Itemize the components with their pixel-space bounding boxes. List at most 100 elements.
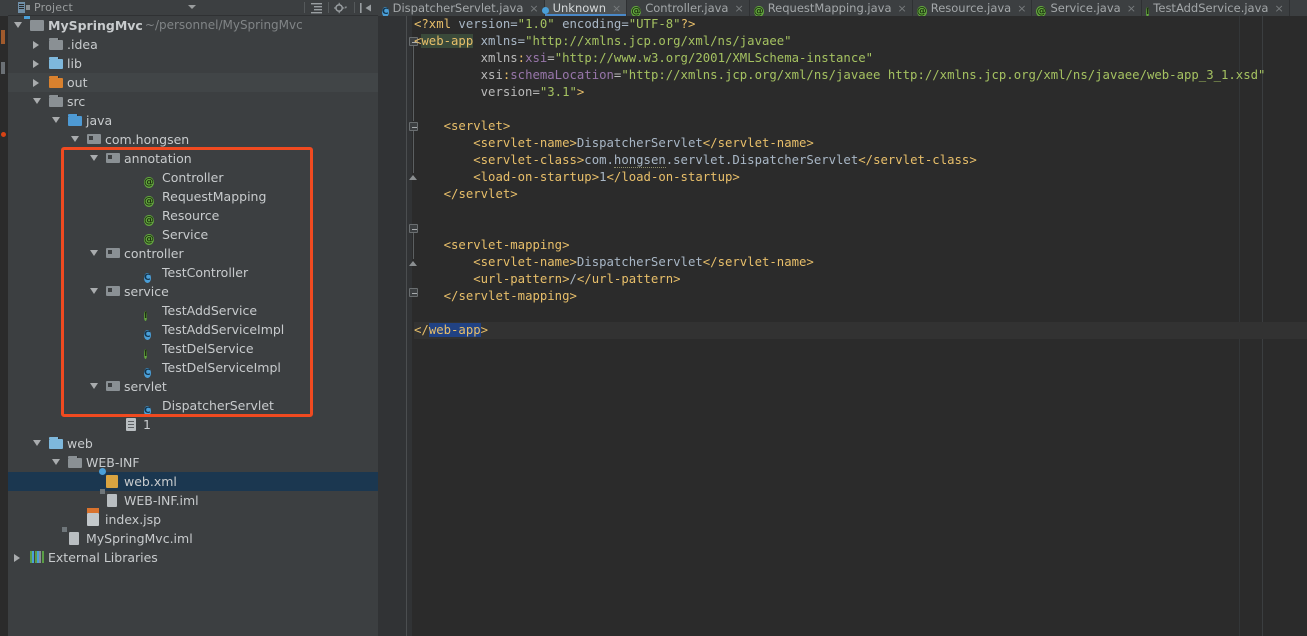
- tree-row[interactable]: C TestController: [8, 263, 378, 283]
- close-icon[interactable]: ×: [612, 1, 621, 16]
- tree-row[interactable]: WEB-INF.iml: [8, 489, 378, 510]
- tree-row[interactable]: .idea: [8, 35, 378, 54]
- editor-tab[interactable]: @ Service.java ×: [1032, 0, 1142, 16]
- tree-row[interactable]: @ Service: [8, 225, 378, 245]
- edge-segment-top: [0, 0, 8, 16]
- editor-tab[interactable]: @ Controller.java ×: [627, 0, 750, 16]
- code-line: <load-on-startup>1</load-on-startup>: [473, 170, 740, 184]
- tree-row[interactable]: MySpringMvc ~/personnel/MySpringMvc: [8, 16, 378, 35]
- chevron-right-icon[interactable]: [33, 79, 39, 87]
- close-icon[interactable]: ×: [1017, 1, 1026, 16]
- tree-row[interactable]: MySpringMvc.iml: [8, 527, 378, 548]
- tree-row[interactable]: lib: [8, 54, 378, 73]
- tree-row-label: TestDelService: [162, 341, 254, 356]
- tree-row-label: web: [67, 436, 93, 451]
- code-line: xsi:schemaLocation="http://xmlns.jcp.org…: [480, 68, 1266, 82]
- editor-tab[interactable]: @ RequestMapping.java ×: [750, 0, 913, 16]
- chevron-down-icon[interactable]: [14, 22, 22, 28]
- editor-tab-label: RequestMapping.java: [767, 1, 892, 15]
- hide-panel-icon[interactable]: [360, 2, 373, 14]
- tree-row[interactable]: src: [8, 92, 378, 111]
- chevron-down-icon[interactable]: [90, 250, 98, 256]
- chevron-down-icon[interactable]: [71, 136, 79, 142]
- chevron-down-icon[interactable]: [33, 440, 41, 446]
- close-icon[interactable]: ×: [529, 1, 538, 16]
- tree-row-label: out: [67, 75, 88, 90]
- tree-row-label: controller: [124, 246, 184, 261]
- project-panel-header: Project: [8, 0, 378, 16]
- code-line: <servlet-class>com.hongsen.servlet.Dispa…: [473, 153, 977, 168]
- tree-row[interactable]: service: [8, 282, 378, 301]
- folder-icon: [49, 38, 63, 52]
- tree-row-label: com.hongsen: [105, 132, 190, 147]
- code-content[interactable]: <?xml version="1.0" encoding="UTF-8"?> <w…: [414, 16, 1307, 636]
- collapse-all-icon[interactable]: [310, 2, 323, 14]
- close-icon[interactable]: ×: [1274, 1, 1283, 16]
- java-annotation-icon: @: [144, 215, 154, 226]
- tree-row[interactable]: @ Controller: [8, 168, 378, 188]
- editor-tab-bar[interactable]: C DispatcherServlet.java × Unknown × @ Control…: [378, 0, 1307, 16]
- java-interface-icon: I: [144, 311, 148, 321]
- tree-row[interactable]: controller: [8, 244, 378, 263]
- package-icon: [106, 152, 120, 166]
- tree-row[interactable]: 1: [8, 415, 378, 434]
- editor-tab[interactable]: @ Resource.java ×: [913, 0, 1033, 16]
- editor-tab[interactable]: Unknown ×: [541, 0, 628, 16]
- tree-row[interactable]: servlet: [8, 377, 378, 396]
- close-icon[interactable]: ×: [734, 1, 743, 16]
- chevron-down-icon[interactable]: [52, 459, 60, 465]
- code-editor[interactable]: <?xml version="1.0" encoding="UTF-8"?> <w…: [378, 16, 1307, 636]
- tree-row[interactable]: @ RequestMapping: [8, 187, 378, 207]
- chevron-down-icon[interactable]: [33, 98, 41, 104]
- tree-row[interactable]: C TestDelServiceImpl: [8, 358, 378, 378]
- chevron-right-icon[interactable]: [33, 41, 39, 49]
- editor-gutter[interactable]: [378, 16, 412, 636]
- close-icon[interactable]: ×: [1127, 1, 1136, 16]
- tree-row-label: TestAddServiceImpl: [162, 322, 285, 337]
- editor-tab[interactable]: I TestAddService.java ×: [1142, 0, 1290, 16]
- close-icon[interactable]: ×: [898, 1, 907, 16]
- chevron-down-icon[interactable]: [90, 383, 98, 389]
- tree-row[interactable]: out: [8, 73, 378, 92]
- chevron-down-icon[interactable]: [90, 288, 98, 294]
- settings-gear-icon[interactable]: [334, 2, 347, 14]
- java-annotation-icon: @: [916, 6, 927, 16]
- tree-row-label: java: [86, 113, 113, 128]
- tree-row[interactable]: I TestAddService: [8, 301, 378, 321]
- java-annotation-icon: @: [753, 6, 764, 16]
- java-annotation-icon: @: [144, 177, 154, 188]
- tree-row[interactable]: annotation: [8, 149, 378, 168]
- editor-tab-label: Unknown: [552, 1, 606, 15]
- tree-row[interactable]: web: [8, 434, 378, 453]
- toolbar-separator-1: [304, 2, 305, 13]
- java-class-icon: C: [144, 368, 151, 378]
- tree-row[interactable]: @ Resource: [8, 206, 378, 226]
- project-tree[interactable]: MySpringMvc ~/personnel/MySpringMvc .idea l…: [8, 16, 378, 636]
- toolbar-separator-2: [328, 2, 329, 13]
- code-line: <?xml version="1.0" encoding="UTF-8"?>: [414, 17, 696, 31]
- java-annotation-icon: @: [1036, 6, 1047, 16]
- jsp-file-icon: [87, 508, 101, 527]
- tree-row[interactable]: java: [8, 111, 378, 130]
- tree-row[interactable]: web.xml: [8, 468, 378, 491]
- chevron-right-icon[interactable]: [14, 554, 20, 562]
- edge-marker-red-dot: [1, 132, 6, 137]
- tree-row-label: DispatcherServlet: [162, 398, 274, 413]
- editor-tab[interactable]: C DispatcherServlet.java ×: [378, 0, 545, 16]
- tree-row[interactable]: C TestAddServiceImpl: [8, 320, 378, 340]
- tree-row[interactable]: External Libraries: [8, 548, 378, 567]
- iml-file-icon: [100, 489, 120, 508]
- tree-row[interactable]: C DispatcherServlet: [8, 396, 378, 416]
- chevron-down-icon[interactable]: [90, 155, 98, 161]
- tree-row[interactable]: WEB-INF: [8, 453, 378, 472]
- chevron-down-icon[interactable]: [52, 117, 60, 123]
- chevron-right-icon[interactable]: [33, 60, 39, 68]
- chevron-down-icon[interactable]: [188, 5, 196, 9]
- java-class-icon: C: [382, 7, 389, 16]
- tree-row[interactable]: I TestDelService: [8, 339, 378, 359]
- editor-tab-label: TestAddService.java: [1153, 1, 1269, 15]
- tree-row[interactable]: com.hongsen: [8, 130, 378, 149]
